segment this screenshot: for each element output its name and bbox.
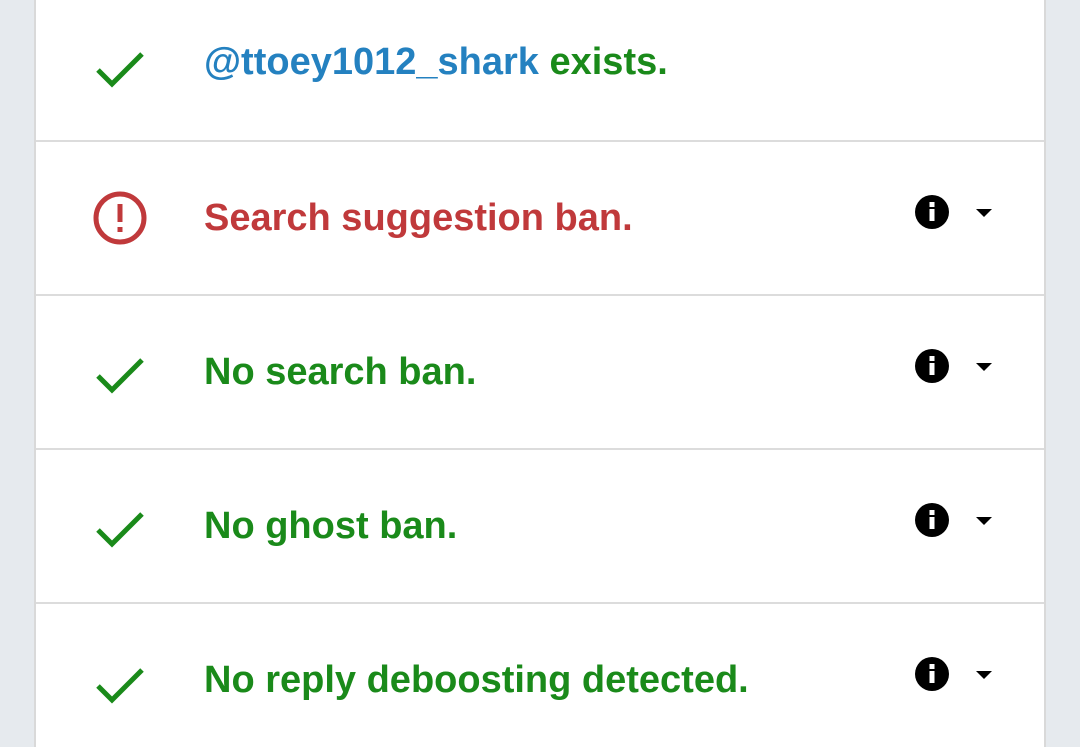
result-label: No reply deboosting detected. — [204, 659, 749, 701]
checkmark-icon — [92, 40, 148, 96]
results-card: @ttoey1012_shark exists. Search suggesti… — [34, 0, 1046, 747]
result-label: No ghost ban. — [204, 505, 458, 547]
result-text: exists. — [538, 41, 668, 83]
checkmark-icon — [92, 500, 148, 556]
info-icon[interactable] — [914, 656, 950, 692]
caret-down-icon[interactable] — [974, 206, 994, 218]
result-row-ghost-ban: No ghost ban. — [36, 450, 1044, 604]
alert-circle-icon — [92, 190, 148, 246]
result-label: Search suggestion ban. — [204, 197, 633, 239]
caret-down-icon[interactable] — [974, 514, 994, 526]
result-row-search-suggestion-ban: Search suggestion ban. — [36, 142, 1044, 296]
account-handle-link[interactable]: @ttoey1012_shark — [204, 41, 539, 83]
caret-down-icon[interactable] — [974, 668, 994, 680]
checkmark-icon — [92, 346, 148, 402]
info-icon[interactable] — [914, 348, 950, 384]
result-label: @ttoey1012_shark exists. — [204, 40, 668, 84]
result-row-search-ban: No search ban. — [36, 296, 1044, 450]
info-icon[interactable] — [914, 194, 950, 230]
result-row-reply-deboosting: No reply deboosting detected. — [36, 604, 1044, 747]
result-label: No search ban. — [204, 351, 477, 393]
info-icon[interactable] — [914, 502, 950, 538]
caret-down-icon[interactable] — [974, 360, 994, 372]
result-row-account-exists: @ttoey1012_shark exists. — [36, 0, 1044, 142]
checkmark-icon — [92, 656, 148, 712]
